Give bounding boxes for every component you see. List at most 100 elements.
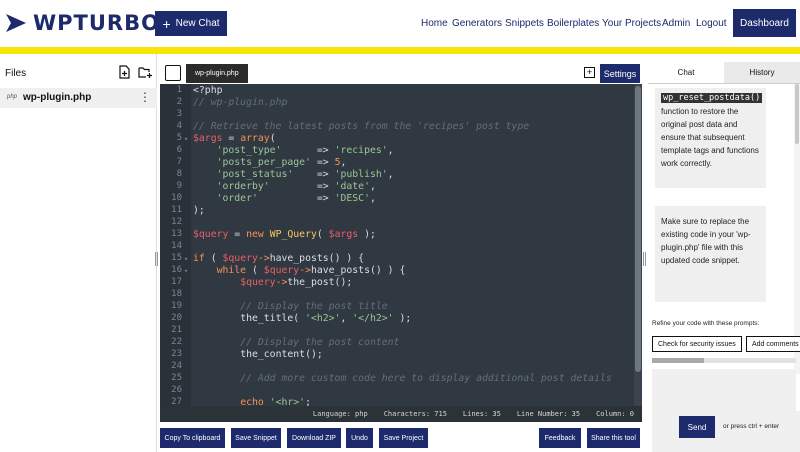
line-number: 16 bbox=[171, 265, 182, 275]
code-line: 'orderby' => 'date', bbox=[193, 181, 376, 193]
folder-toggle-icon[interactable] bbox=[165, 65, 181, 81]
code-line: while ( $query->have_posts() ) { bbox=[193, 265, 406, 277]
code-token: WP_Query bbox=[269, 229, 317, 240]
settings-button[interactable]: Settings bbox=[600, 64, 640, 83]
undo-button[interactable]: Undo bbox=[346, 428, 373, 448]
nav-logout[interactable]: Logout bbox=[696, 18, 727, 29]
line-number: 10 bbox=[171, 193, 182, 203]
new-folder-icon[interactable] bbox=[138, 65, 153, 79]
new-file-icon[interactable] bbox=[118, 65, 131, 79]
chat-scrollbar[interactable] bbox=[794, 84, 800, 374]
nav-home[interactable]: Home bbox=[421, 18, 448, 29]
code-token: => bbox=[269, 181, 335, 192]
nav-snippets[interactable]: Snippets bbox=[505, 18, 544, 29]
code-token: , bbox=[369, 181, 376, 192]
code-token: , bbox=[369, 193, 376, 204]
code-token: 'recipes' bbox=[334, 145, 388, 156]
dashboard-button[interactable]: Dashboard bbox=[733, 9, 796, 37]
status-line-number: Line Number: 35 bbox=[516, 410, 581, 418]
code-token: 'orderby' bbox=[216, 181, 270, 192]
nav-your-projects[interactable]: Your Projects bbox=[602, 18, 661, 29]
tab-chat[interactable]: Chat bbox=[648, 62, 724, 84]
chat-message: wp_reset_postdata() function to restore … bbox=[655, 88, 766, 188]
code-token: -> bbox=[275, 277, 288, 288]
tab-wp-plugin[interactable]: wp-plugin.php bbox=[186, 64, 248, 83]
inline-code: wp_reset_postdata() bbox=[661, 93, 763, 103]
nav-boilerplates[interactable]: Boilerplates bbox=[547, 18, 599, 29]
file-name: wp-plugin.php bbox=[23, 92, 92, 103]
line-number: 2 bbox=[176, 97, 182, 107]
save-project-button[interactable]: Save Project bbox=[379, 428, 428, 448]
code-token: new bbox=[246, 229, 270, 240]
nav-admin[interactable]: Admin bbox=[662, 18, 690, 29]
editor-scrollbar[interactable] bbox=[634, 84, 642, 406]
file-item[interactable]: php wp-plugin.php ⋮ bbox=[0, 88, 157, 108]
editor-header: wp-plugin.php + Settings bbox=[160, 62, 642, 84]
resize-handle-right[interactable] bbox=[643, 252, 646, 266]
code-line: $query = new WP_Query( $args ); bbox=[193, 229, 376, 241]
editor-scrollbar-thumb[interactable] bbox=[635, 86, 641, 372]
code-line: if ( $query->have_posts() ) { bbox=[193, 253, 364, 265]
status-column: Column: 0 bbox=[596, 410, 634, 418]
code-token: , bbox=[387, 145, 394, 156]
send-button[interactable]: Send bbox=[679, 416, 715, 438]
fold-arrow-icon[interactable]: ▾ bbox=[184, 267, 188, 275]
new-chat-label: New Chat bbox=[175, 18, 220, 29]
line-number: 26 bbox=[171, 385, 182, 395]
line-number: 20 bbox=[171, 313, 182, 323]
save-snippet-button[interactable]: Save Snippet bbox=[231, 428, 281, 448]
status-lines: Lines: 35 bbox=[462, 410, 501, 418]
code-line: // Display the post content bbox=[193, 337, 399, 349]
resize-handle-left[interactable] bbox=[155, 252, 158, 266]
expand-icon[interactable]: + bbox=[584, 67, 595, 78]
copy-to-clipboard-button[interactable]: Copy To clipboard bbox=[160, 428, 225, 448]
fold-arrow-icon[interactable]: ▾ bbox=[184, 255, 188, 263]
code-token: , bbox=[340, 157, 347, 168]
code-token: $args bbox=[193, 133, 223, 144]
download-zip-button[interactable]: Download ZIP bbox=[287, 428, 341, 448]
status-characters: Characters: 715 bbox=[383, 410, 447, 418]
prompts-scrollbar-thumb[interactable] bbox=[652, 358, 704, 363]
code-token: = bbox=[228, 229, 247, 240]
chat-input[interactable] bbox=[652, 369, 796, 412]
code-token: 'order' bbox=[216, 193, 258, 204]
logo[interactable]: WPTURBO bbox=[4, 11, 160, 35]
line-number: 18 bbox=[171, 289, 182, 299]
share-tool-button[interactable]: Share this tool bbox=[587, 428, 640, 448]
nav-generators[interactable]: Generators bbox=[452, 18, 502, 29]
code-token: ( bbox=[269, 133, 276, 144]
code-token: // Display the post content bbox=[240, 337, 400, 348]
more-options-icon[interactable]: ⋮ bbox=[139, 90, 151, 104]
chat-panel: Chat History wp_reset_postdata() functio… bbox=[648, 62, 800, 452]
chat-scrollbar-thumb[interactable] bbox=[795, 84, 799, 144]
code-line: ); bbox=[193, 205, 205, 217]
line-gutter: 1 2 3 4 5 6 7 8 9 10 11 12 13 14 15 16 1… bbox=[160, 84, 191, 406]
code-line: // wp-plugin.php bbox=[193, 97, 287, 109]
code-line: // Display the post title bbox=[193, 301, 387, 313]
prompt-chip-security[interactable]: Check for security issues bbox=[652, 336, 742, 352]
prompts-scrollbar[interactable] bbox=[652, 358, 796, 363]
new-chat-button[interactable]: + New Chat bbox=[155, 11, 227, 36]
tab-history[interactable]: History bbox=[724, 62, 800, 84]
code-line: 'order' => 'DESC', bbox=[193, 193, 376, 205]
code-area[interactable]: 1 2 3 4 5 6 7 8 9 10 11 12 13 14 15 16 1… bbox=[160, 84, 642, 406]
code-token: , bbox=[387, 169, 394, 180]
feedback-button[interactable]: Feedback bbox=[539, 428, 581, 448]
code-token: '</h2>' bbox=[352, 313, 394, 324]
code-token: 'post_status' bbox=[216, 169, 294, 180]
code-token: 'posts_per_page' bbox=[216, 157, 311, 168]
fold-arrow-icon[interactable]: ▾ bbox=[184, 135, 188, 143]
refine-label: Refine your code with these prompts: bbox=[652, 320, 760, 327]
status-bar: Language: php Characters: 715 Lines: 35 … bbox=[160, 406, 642, 422]
line-number: 14 bbox=[171, 241, 182, 251]
code-token: have_posts() ) { bbox=[310, 265, 406, 276]
prompt-chip-comments[interactable]: Add comments bbox=[746, 336, 800, 352]
code-token: $query bbox=[263, 265, 300, 276]
